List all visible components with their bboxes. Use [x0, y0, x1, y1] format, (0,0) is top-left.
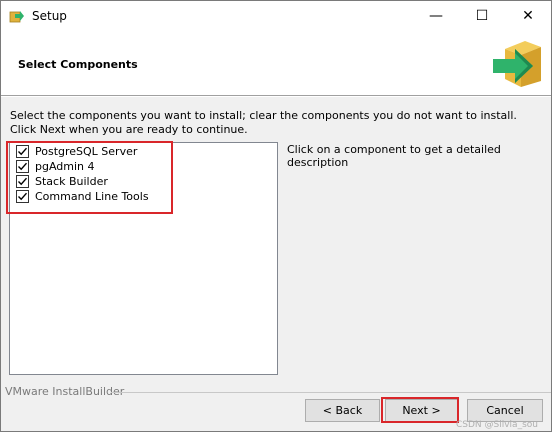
checkmark-icon — [18, 162, 28, 171]
checkmark-icon — [18, 177, 28, 186]
checkmark-icon — [18, 147, 28, 156]
next-button[interactable]: Next > — [385, 399, 458, 422]
maximize-button[interactable]: ☐ — [459, 1, 505, 31]
footer-divider — [111, 392, 551, 393]
component-label: Stack Builder — [35, 175, 108, 188]
checkbox-stack-builder[interactable] — [16, 175, 29, 188]
minimize-button[interactable]: — — [413, 1, 459, 31]
cancel-button[interactable]: Cancel — [467, 399, 543, 422]
checkmark-icon — [18, 192, 28, 201]
close-button[interactable]: ✕ — [505, 1, 551, 31]
checkbox-command-line-tools[interactable] — [16, 190, 29, 203]
component-label: pgAdmin 4 — [35, 160, 95, 173]
component-item-command-line-tools[interactable]: Command Line Tools — [16, 189, 149, 204]
page-header: Select Components — [1, 31, 551, 95]
title-bar[interactable]: Setup — ☐ ✕ — [1, 1, 551, 31]
instructions-text: Select the components you want to instal… — [10, 109, 517, 136]
installer-brand: VMware InstallBuilder — [5, 385, 125, 398]
component-description: Click on a component to get a detailed d… — [287, 143, 501, 169]
checkbox-postgresql-server[interactable] — [16, 145, 29, 158]
back-button[interactable]: < Back — [305, 399, 380, 422]
checkbox-pgadmin[interactable] — [16, 160, 29, 173]
page-title: Select Components — [18, 58, 138, 71]
header-divider-highlight — [1, 96, 551, 97]
component-item-pgadmin[interactable]: pgAdmin 4 — [16, 159, 95, 174]
watermark: CSDN @Silvia_sou — [456, 420, 538, 430]
component-label: PostgreSQL Server — [35, 145, 138, 158]
component-label: Command Line Tools — [35, 190, 149, 203]
setup-window: Setup — ☐ ✕ Select Components Select the… — [0, 0, 552, 432]
component-item-postgresql-server[interactable]: PostgreSQL Server — [16, 144, 137, 159]
app-icon — [9, 11, 24, 23]
maximize-icon: ☐ — [475, 8, 489, 24]
close-icon: ✕ — [522, 8, 534, 24]
component-list[interactable]: PostgreSQL Server pgAdmin 4 Stack Builde… — [9, 142, 278, 375]
component-item-stack-builder[interactable]: Stack Builder — [16, 174, 108, 189]
minimize-icon: — — [429, 8, 443, 24]
installer-box-arrow-icon — [493, 41, 541, 87]
window-title: Setup — [32, 9, 67, 23]
